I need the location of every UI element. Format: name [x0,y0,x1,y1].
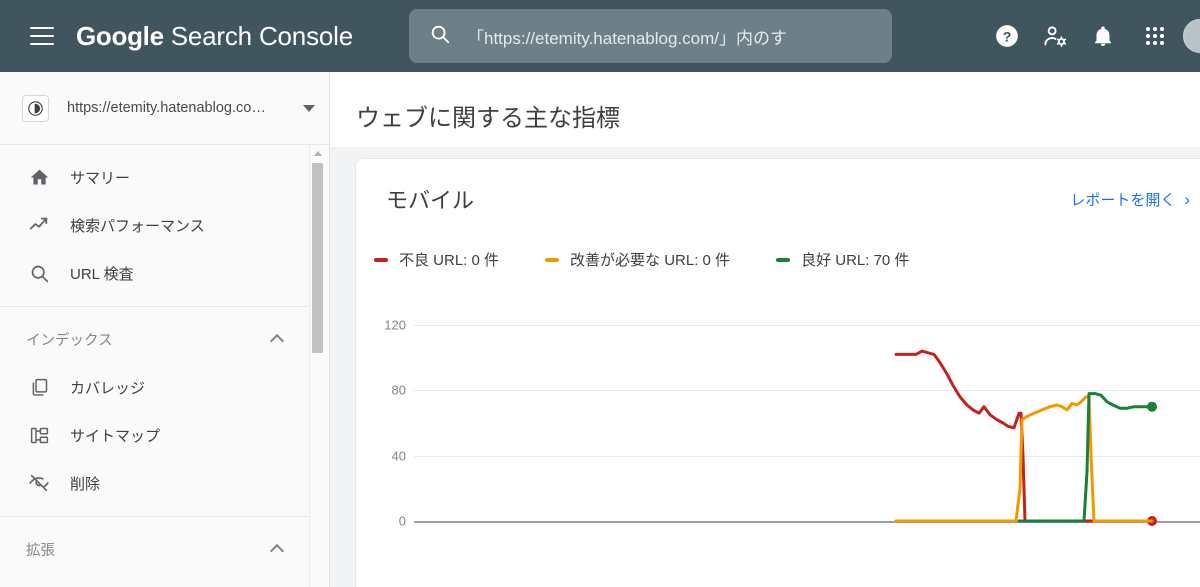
trending-up-icon [26,214,52,236]
sidebar-section-label: 拡張 [26,542,55,559]
card-header: モバイル レポートを開く › [356,159,1200,234]
sidebar: https://etemity.hatenablog.co… サマリー 検索パフ… [0,72,330,587]
legend-swatch [374,257,388,262]
property-icon [22,94,49,122]
search-icon [26,263,52,284]
chart-series-line [894,349,1154,523]
search-icon [429,23,451,50]
nav-group-enhancements: 拡張 [0,516,310,582]
chart-legend: 不良 URL: 0 件 改善が必要な URL: 0 件 良好 URL: 70 件 [374,249,955,270]
chart-endpoint-marker [1147,401,1157,412]
page-title: ウェブに関する主な指標 [356,105,620,132]
chevron-up-icon[interactable] [269,333,285,349]
nav-group-primary: サマリー 検索パフォーマンス URL 検査 [0,145,310,306]
chart-plot-area: 04080120 2020/11/152020/11/302020/12/152… [356,289,1200,539]
sidebar-item-label: 削除 [70,475,101,493]
topbar-actions: ? [983,0,1200,72]
avatar[interactable] [1183,19,1200,53]
legend-item[interactable]: 改善が必要な URL: 0 件 [545,249,730,270]
legend-label: 不良 URL: 0 件 [399,252,500,269]
chevron-right-icon: › [1184,189,1190,209]
sidebar-item-label: サイトマップ [70,427,161,445]
sidebar-section-label: インデックス [26,332,113,349]
chevron-down-icon[interactable] [303,104,315,112]
sidebar-section-enhancements[interactable]: 拡張 [0,525,310,573]
content-area: モバイル レポートを開く › 不良 URL: 0 件 改善が必要な URL: 0 … [330,147,1200,587]
sidebar-scrollbar[interactable] [309,145,324,587]
top-app-bar: Google Search Console 「https://etemity.h… [0,0,1200,72]
legend-swatch [545,257,560,262]
core-web-vitals-card: モバイル レポートを開く › 不良 URL: 0 件 改善が必要な URL: 0 … [355,158,1200,587]
account-settings-icon[interactable] [1031,12,1079,60]
sidebar-item-summary[interactable]: サマリー [0,153,310,201]
sidebar-nav: サマリー 検索パフォーマンス URL 検査 インデックス カバレッジ サイトマッ… [0,145,310,587]
copy-icon [26,377,52,398]
search-input-value: 「https://etemity.hatenablog.com/」内のす [467,28,787,48]
sidebar-item-label: 検索パフォーマンス [70,217,205,235]
open-report-link[interactable]: レポートを開く › [1070,189,1190,210]
property-selector[interactable]: https://etemity.hatenablog.co… [0,72,329,145]
sidebar-item-label: サマリー [70,169,131,187]
brand-google-text: Google [76,20,164,51]
chart-lines [894,349,1157,526]
legend-label: 改善が必要な URL: 0 件 [570,252,731,269]
open-report-label: レポートを開く [1070,192,1176,209]
chevron-up-icon[interactable] [269,543,285,559]
main-content: ウェブに関する主な指標 モバイル レポートを開く › 不良 URL: 0 件 改善… [330,72,1200,587]
bell-icon[interactable] [1079,12,1127,60]
sidebar-section-index[interactable]: インデックス [0,315,310,363]
brand-logo[interactable]: Google Search Console [76,21,353,52]
legend-item[interactable]: 良好 URL: 70 件 [776,249,909,270]
property-name: https://etemity.hatenablog.co… [67,100,266,116]
legend-label: 良好 URL: 70 件 [801,252,910,269]
svg-text:?: ? [1003,28,1012,44]
scrollbar-thumb[interactable] [312,163,323,353]
app-root: Google Search Console 「https://etemity.h… [0,0,1200,587]
sidebar-item-label: URL 検査 [70,265,134,283]
legend-swatch [776,257,791,262]
sidebar-item-search-performance[interactable]: 検索パフォーマンス [0,201,310,249]
menu-icon[interactable] [30,27,54,45]
home-icon [26,167,52,188]
sidebar-item-sitemaps[interactable]: サイトマップ [0,411,310,459]
apps-grid-icon[interactable] [1127,12,1183,60]
sidebar-item-removals[interactable]: 削除 [0,459,310,507]
nav-group-index: インデックス カバレッジ サイトマップ 削除 [0,306,310,516]
scroll-up-arrow-icon[interactable] [310,145,325,160]
sidebar-item-url-inspection[interactable]: URL 検査 [0,249,310,297]
sidebar-item-label: カバレッジ [70,379,146,397]
sidebar-item-coverage[interactable]: カバレッジ [0,363,310,411]
eye-off-icon [26,472,52,494]
search-input[interactable]: 「https://etemity.hatenablog.com/」内のす [409,9,892,63]
legend-item[interactable]: 不良 URL: 0 件 [374,249,499,270]
sitemap-icon [26,425,52,446]
brand-product-text: Search Console [170,20,353,51]
card-title: モバイル [386,188,475,213]
help-icon[interactable]: ? [983,12,1031,60]
